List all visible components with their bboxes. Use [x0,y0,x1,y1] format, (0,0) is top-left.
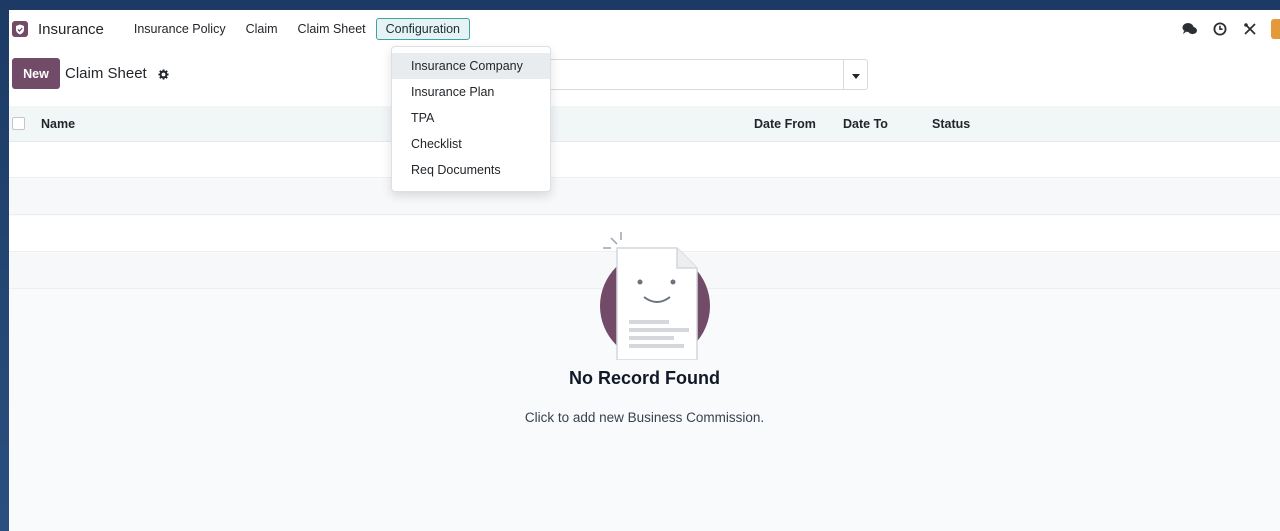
menu-item-req-documents[interactable]: Req Documents [392,157,550,183]
column-name[interactable]: Name [41,117,75,131]
configuration-dropdown: Insurance Company Insurance Plan TPA Che… [391,46,551,192]
gear-icon[interactable] [158,68,169,83]
empty-document-illustration [599,230,719,363]
caret-down-icon [851,67,860,82]
chat-icon[interactable] [1181,20,1199,38]
main-menu: Insurance Policy Claim Claim Sheet Confi… [124,18,470,40]
page-title: Claim Sheet [65,65,147,82]
menu-claim-sheet[interactable]: Claim Sheet [288,18,376,40]
search-options-toggle[interactable] [843,59,868,90]
menu-configuration[interactable]: Configuration [375,18,470,40]
table-row [9,179,1280,215]
search-input[interactable] [547,59,844,90]
column-date-from[interactable]: Date From [754,117,816,131]
menu-claim[interactable]: Claim [236,18,288,40]
control-panel: New Claim Sheet [9,48,1280,104]
column-date-to[interactable]: Date To [843,117,888,131]
list-header: Name Date From Date To Status [9,106,1280,142]
user-avatar[interactable] [1271,19,1280,39]
menu-insurance-policy[interactable]: Insurance Policy [124,18,236,40]
empty-state-title: No Record Found [569,368,720,388]
select-all-checkbox[interactable] [12,117,25,130]
tools-icon[interactable] [1241,20,1259,38]
menu-item-insurance-plan[interactable]: Insurance Plan [392,79,550,105]
new-button[interactable]: New [12,58,60,89]
app-window: Insurance Insurance Policy Claim Claim S… [9,10,1280,531]
top-navbar: Insurance Insurance Policy Claim Claim S… [9,10,1280,48]
menu-item-insurance-company[interactable]: Insurance Company [392,53,550,79]
column-status[interactable]: Status [932,117,970,131]
empty-state-text: Click to add new Business Commission. [524,410,765,425]
app-name[interactable]: Insurance [38,21,104,38]
menu-item-tpa[interactable]: TPA [392,105,550,131]
clock-icon[interactable] [1211,20,1229,38]
insurance-shield-icon[interactable] [12,21,28,37]
table-row [9,142,1280,178]
systray [1181,19,1280,39]
menu-item-checklist[interactable]: Checklist [392,131,550,157]
